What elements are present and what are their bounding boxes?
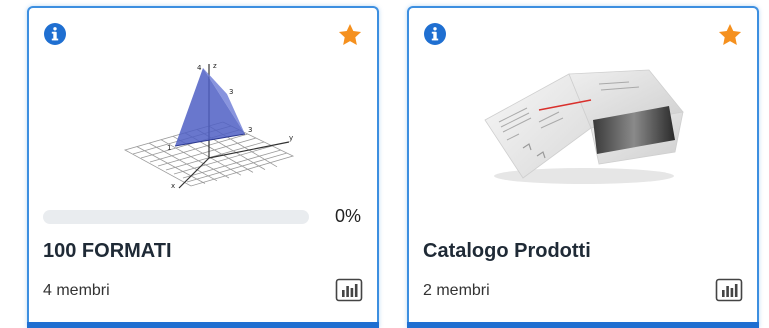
card-title[interactable]: Catalogo Prodotti xyxy=(423,240,591,263)
star-icon[interactable] xyxy=(717,22,743,48)
course-card-catalogo-prodotti[interactable]: Catalogo Prodotti 2 membri xyxy=(407,6,759,328)
bar-chart-icon[interactable] xyxy=(715,278,743,302)
course-card-100-formati[interactable]: z y x 4 3 3 1 0% 100 FORMATI 4 membri xyxy=(27,6,379,328)
star-icon[interactable] xyxy=(337,22,363,48)
tetrahedron-face xyxy=(175,68,245,146)
progress-bar xyxy=(43,210,309,224)
3d-coordinate-graph-thumbnail: z y x 4 3 3 1 xyxy=(123,62,295,190)
axis-label-z: z xyxy=(213,62,217,70)
member-count: 4 membri xyxy=(43,282,110,299)
card-title[interactable]: 100 FORMATI xyxy=(43,240,172,263)
info-icon[interactable] xyxy=(423,22,447,46)
axis-label-y: y xyxy=(289,134,293,142)
bar-chart-icon[interactable] xyxy=(335,278,363,302)
card-bottom-bar xyxy=(27,322,379,328)
vertex-label-4: 1 xyxy=(167,144,171,152)
info-icon[interactable] xyxy=(43,22,67,46)
vertex-label-2: 3 xyxy=(229,88,233,96)
vertex-label-1: 4 xyxy=(197,64,202,72)
vertex-label-3: 3 xyxy=(248,126,252,134)
axis-label-x: x xyxy=(171,182,175,190)
card-bottom-bar xyxy=(407,322,759,328)
catalog-brochure-thumbnail xyxy=(484,69,684,184)
progress-percentage: 0% xyxy=(334,206,361,226)
member-count: 2 membri xyxy=(423,282,490,299)
